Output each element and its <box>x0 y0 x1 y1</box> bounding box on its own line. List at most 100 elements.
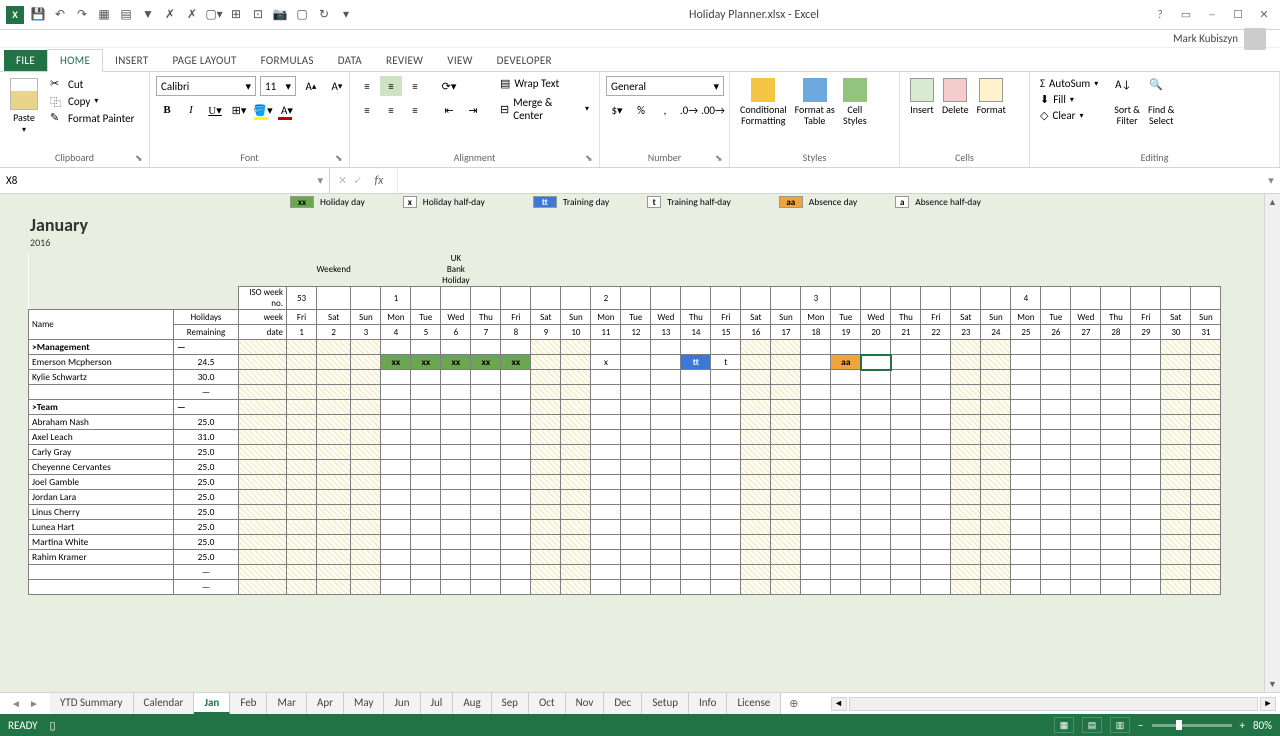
conditional-formatting-button[interactable]: Conditional Formatting <box>736 76 791 128</box>
day-cell[interactable] <box>831 580 861 595</box>
day-cell[interactable]: tt <box>681 355 711 370</box>
day-cell[interactable] <box>651 355 681 370</box>
delete-cells-button[interactable]: Delete <box>938 76 973 117</box>
day-cell[interactable] <box>891 415 921 430</box>
day-cell[interactable] <box>531 550 561 565</box>
day-cell[interactable] <box>1131 550 1161 565</box>
day-cell[interactable] <box>801 430 831 445</box>
day-cell[interactable] <box>471 490 501 505</box>
horizontal-scrollbar[interactable]: ◄ ► <box>827 697 1280 711</box>
day-cell[interactable] <box>801 415 831 430</box>
day-cell[interactable] <box>861 415 891 430</box>
day-cell[interactable] <box>351 535 381 550</box>
day-cell[interactable] <box>861 490 891 505</box>
day-cell[interactable] <box>1011 580 1041 595</box>
day-cell[interactable] <box>891 460 921 475</box>
day-cell[interactable] <box>591 490 621 505</box>
day-cell[interactable] <box>1161 475 1191 490</box>
day-cell[interactable] <box>351 430 381 445</box>
day-cell[interactable] <box>1041 550 1071 565</box>
name-cell[interactable] <box>29 385 174 400</box>
day-cell[interactable] <box>561 475 591 490</box>
sort-filter-button[interactable]: A↓Sort & Filter <box>1110 76 1144 128</box>
day-cell[interactable] <box>1071 445 1101 460</box>
day-cell[interactable] <box>651 475 681 490</box>
day-cell[interactable] <box>411 505 441 520</box>
holidays-cell[interactable]: 25.0 <box>174 550 239 565</box>
day-cell[interactable] <box>1191 430 1221 445</box>
day-cell[interactable] <box>921 355 951 370</box>
day-cell[interactable] <box>591 445 621 460</box>
day-cell[interactable] <box>831 340 861 355</box>
day-cell[interactable] <box>531 400 561 415</box>
day-cell[interactable] <box>711 490 741 505</box>
day-cell[interactable] <box>1041 565 1071 580</box>
day-cell[interactable] <box>441 385 471 400</box>
sheet-tab-dec[interactable]: Dec <box>604 693 642 714</box>
day-cell[interactable] <box>891 475 921 490</box>
day-cell[interactable] <box>1101 400 1131 415</box>
day-cell[interactable] <box>561 505 591 520</box>
day-cell[interactable] <box>801 340 831 355</box>
format-painter-button[interactable]: Format Painter <box>46 110 138 126</box>
day-cell[interactable] <box>771 490 801 505</box>
holidays-cell[interactable]: — <box>174 340 239 355</box>
day-cell[interactable] <box>711 385 741 400</box>
name-cell[interactable]: Kylie Schwartz <box>29 370 174 385</box>
day-cell[interactable] <box>351 475 381 490</box>
align-right-icon[interactable]: ≡ <box>404 100 426 120</box>
day-cell[interactable] <box>1131 580 1161 595</box>
day-cell[interactable] <box>921 400 951 415</box>
day-cell[interactable] <box>1161 460 1191 475</box>
day-cell[interactable] <box>771 385 801 400</box>
decrease-indent-icon[interactable]: ⇤ <box>438 100 460 120</box>
tab-nav-next-icon[interactable]: ► <box>26 697 42 710</box>
clear-button[interactable]: ◇Clear▾ <box>1036 108 1102 123</box>
day-cell[interactable] <box>741 520 771 535</box>
day-cell[interactable] <box>771 340 801 355</box>
day-cell[interactable] <box>951 520 981 535</box>
day-cell[interactable] <box>621 340 651 355</box>
day-cell[interactable] <box>411 430 441 445</box>
day-cell[interactable] <box>531 445 561 460</box>
day-cell[interactable] <box>471 535 501 550</box>
ribbon-tab-home[interactable]: HOME <box>47 49 103 72</box>
day-cell[interactable] <box>501 460 531 475</box>
ribbon-tab-page-layout[interactable]: PAGE LAYOUT <box>160 50 248 71</box>
day-cell[interactable] <box>651 340 681 355</box>
day-cell[interactable] <box>351 520 381 535</box>
day-cell[interactable] <box>1041 505 1071 520</box>
day-cell[interactable] <box>1191 565 1221 580</box>
day-cell[interactable] <box>1191 490 1221 505</box>
day-cell[interactable] <box>1101 430 1131 445</box>
day-cell[interactable] <box>501 475 531 490</box>
day-cell[interactable] <box>981 580 1011 595</box>
day-cell[interactable] <box>651 370 681 385</box>
holidays-cell[interactable]: — <box>174 565 239 580</box>
day-cell[interactable] <box>681 565 711 580</box>
day-cell[interactable] <box>501 490 531 505</box>
day-cell[interactable] <box>981 430 1011 445</box>
qat-icon[interactable]: ↻ <box>316 7 332 23</box>
day-cell[interactable] <box>1011 385 1041 400</box>
day-cell[interactable] <box>591 460 621 475</box>
day-cell[interactable] <box>681 550 711 565</box>
day-cell[interactable] <box>741 565 771 580</box>
day-cell[interactable] <box>471 445 501 460</box>
day-cell[interactable] <box>1011 400 1041 415</box>
name-box[interactable]: X8▾ <box>0 168 330 193</box>
day-cell[interactable] <box>287 430 317 445</box>
day-cell[interactable] <box>831 415 861 430</box>
day-cell[interactable] <box>711 430 741 445</box>
underline-button[interactable]: U▾ <box>204 100 226 120</box>
day-cell[interactable] <box>1161 385 1191 400</box>
day-cell[interactable] <box>501 550 531 565</box>
day-cell[interactable] <box>681 520 711 535</box>
copy-button[interactable]: Copy▾ <box>46 93 138 109</box>
minimize-icon[interactable]: ─ <box>1200 6 1224 24</box>
day-cell[interactable] <box>317 580 351 595</box>
user-avatar[interactable] <box>1244 28 1266 50</box>
day-cell[interactable] <box>317 490 351 505</box>
day-cell[interactable] <box>921 550 951 565</box>
day-cell[interactable] <box>561 460 591 475</box>
